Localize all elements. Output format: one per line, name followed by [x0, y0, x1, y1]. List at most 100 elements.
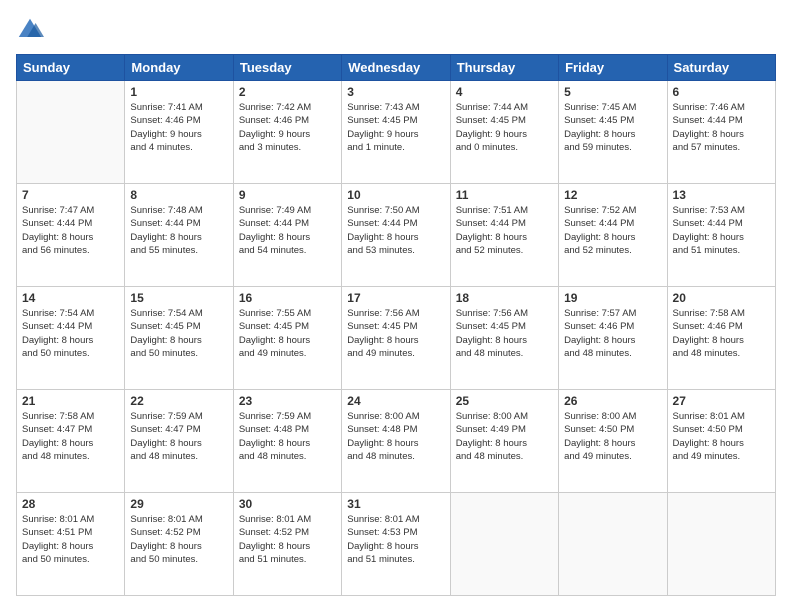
- day-info: Sunrise: 7:44 AM Sunset: 4:45 PM Dayligh…: [456, 101, 553, 154]
- calendar-cell: 2 Sunrise: 7:42 AM Sunset: 4:46 PM Daylig…: [233, 81, 341, 184]
- day-number: 12: [564, 188, 661, 202]
- day-info: Sunrise: 8:00 AM Sunset: 4:49 PM Dayligh…: [456, 410, 553, 463]
- calendar-cell: 25 Sunrise: 8:00 AM Sunset: 4:49 PM Dayli…: [450, 390, 558, 493]
- day-number: 1: [130, 85, 227, 99]
- calendar-cell: 24 Sunrise: 8:00 AM Sunset: 4:48 PM Dayli…: [342, 390, 450, 493]
- calendar-header-row: SundayMondayTuesdayWednesdayThursdayFrid…: [17, 55, 776, 81]
- day-number: 10: [347, 188, 444, 202]
- day-info: Sunrise: 7:43 AM Sunset: 4:45 PM Dayligh…: [347, 101, 444, 154]
- calendar-cell: 26Sunrise: 8:00 AM Sunset: 4:50 PM Dayli…: [559, 390, 667, 493]
- calendar-cell: 11 Sunrise: 7:51 AM Sunset: 4:44 PM Dayli…: [450, 184, 558, 287]
- calendar-cell: 17Sunrise: 7:56 AM Sunset: 4:45 PM Dayli…: [342, 287, 450, 390]
- day-number: 3: [347, 85, 444, 99]
- logo: [16, 16, 46, 44]
- day-number: 20: [673, 291, 770, 305]
- calendar-cell: 5Sunrise: 7:45 AM Sunset: 4:45 PM Daylig…: [559, 81, 667, 184]
- day-number: 8: [130, 188, 227, 202]
- day-number: 31: [347, 497, 444, 511]
- calendar-cell: 3 Sunrise: 7:43 AM Sunset: 4:45 PM Daylig…: [342, 81, 450, 184]
- calendar-cell: 15 Sunrise: 7:54 AM Sunset: 4:45 PM Dayli…: [125, 287, 233, 390]
- calendar-cell: 22 Sunrise: 7:59 AM Sunset: 4:47 PM Dayli…: [125, 390, 233, 493]
- day-info: Sunrise: 7:46 AM Sunset: 4:44 PM Dayligh…: [673, 101, 770, 154]
- day-info: Sunrise: 7:56 AM Sunset: 4:45 PM Dayligh…: [347, 307, 444, 360]
- calendar-cell: 1Sunrise: 7:41 AM Sunset: 4:46 PM Daylig…: [125, 81, 233, 184]
- calendar-cell: 10 Sunrise: 7:50 AM Sunset: 4:44 PM Dayli…: [342, 184, 450, 287]
- day-number: 13: [673, 188, 770, 202]
- day-number: 14: [22, 291, 119, 305]
- calendar-header-monday: Monday: [125, 55, 233, 81]
- day-info: Sunrise: 7:59 AM Sunset: 4:47 PM Dayligh…: [130, 410, 227, 463]
- day-info: Sunrise: 8:01 AM Sunset: 4:53 PM Dayligh…: [347, 513, 444, 566]
- calendar-cell: 21Sunrise: 7:58 AM Sunset: 4:47 PM Dayli…: [17, 390, 125, 493]
- day-number: 27: [673, 394, 770, 408]
- calendar-header-thursday: Thursday: [450, 55, 558, 81]
- day-info: Sunrise: 7:50 AM Sunset: 4:44 PM Dayligh…: [347, 204, 444, 257]
- day-number: 15: [130, 291, 227, 305]
- day-number: 9: [239, 188, 336, 202]
- day-info: Sunrise: 7:49 AM Sunset: 4:44 PM Dayligh…: [239, 204, 336, 257]
- logo-icon: [16, 16, 44, 44]
- day-info: Sunrise: 8:01 AM Sunset: 4:50 PM Dayligh…: [673, 410, 770, 463]
- calendar-cell: 20 Sunrise: 7:58 AM Sunset: 4:46 PM Dayli…: [667, 287, 775, 390]
- calendar-cell: 30 Sunrise: 8:01 AM Sunset: 4:52 PM Dayli…: [233, 493, 341, 596]
- day-number: 25: [456, 394, 553, 408]
- calendar-cell: [450, 493, 558, 596]
- day-info: Sunrise: 7:48 AM Sunset: 4:44 PM Dayligh…: [130, 204, 227, 257]
- calendar-cell: 28 Sunrise: 8:01 AM Sunset: 4:51 PM Dayli…: [17, 493, 125, 596]
- calendar-cell: 12 Sunrise: 7:52 AM Sunset: 4:44 PM Dayli…: [559, 184, 667, 287]
- day-info: Sunrise: 8:00 AM Sunset: 4:48 PM Dayligh…: [347, 410, 444, 463]
- calendar-cell: 14 Sunrise: 7:54 AM Sunset: 4:44 PM Dayli…: [17, 287, 125, 390]
- day-info: Sunrise: 7:56 AM Sunset: 4:45 PM Dayligh…: [456, 307, 553, 360]
- day-number: 29: [130, 497, 227, 511]
- calendar-week-1: 1Sunrise: 7:41 AM Sunset: 4:46 PM Daylig…: [17, 81, 776, 184]
- calendar-header-saturday: Saturday: [667, 55, 775, 81]
- day-number: 23: [239, 394, 336, 408]
- day-info: Sunrise: 7:47 AM Sunset: 4:44 PM Dayligh…: [22, 204, 119, 257]
- calendar-cell: [559, 493, 667, 596]
- day-number: 2: [239, 85, 336, 99]
- calendar-header-wednesday: Wednesday: [342, 55, 450, 81]
- calendar-cell: 23Sunrise: 7:59 AM Sunset: 4:48 PM Dayli…: [233, 390, 341, 493]
- calendar-cell: 8 Sunrise: 7:48 AM Sunset: 4:44 PM Daylig…: [125, 184, 233, 287]
- day-info: Sunrise: 7:58 AM Sunset: 4:46 PM Dayligh…: [673, 307, 770, 360]
- calendar-cell: [667, 493, 775, 596]
- calendar-header-sunday: Sunday: [17, 55, 125, 81]
- day-info: Sunrise: 7:52 AM Sunset: 4:44 PM Dayligh…: [564, 204, 661, 257]
- calendar-cell: 31 Sunrise: 8:01 AM Sunset: 4:53 PM Dayli…: [342, 493, 450, 596]
- day-number: 28: [22, 497, 119, 511]
- day-info: Sunrise: 7:42 AM Sunset: 4:46 PM Dayligh…: [239, 101, 336, 154]
- day-info: Sunrise: 7:54 AM Sunset: 4:45 PM Dayligh…: [130, 307, 227, 360]
- calendar-cell: 16Sunrise: 7:55 AM Sunset: 4:45 PM Dayli…: [233, 287, 341, 390]
- day-info: Sunrise: 7:51 AM Sunset: 4:44 PM Dayligh…: [456, 204, 553, 257]
- day-number: 30: [239, 497, 336, 511]
- calendar-cell: 4Sunrise: 7:44 AM Sunset: 4:45 PM Daylig…: [450, 81, 558, 184]
- day-number: 18: [456, 291, 553, 305]
- day-info: Sunrise: 7:57 AM Sunset: 4:46 PM Dayligh…: [564, 307, 661, 360]
- day-info: Sunrise: 7:54 AM Sunset: 4:44 PM Dayligh…: [22, 307, 119, 360]
- calendar-cell: 13Sunrise: 7:53 AM Sunset: 4:44 PM Dayli…: [667, 184, 775, 287]
- day-number: 11: [456, 188, 553, 202]
- calendar-table: SundayMondayTuesdayWednesdayThursdayFrid…: [16, 54, 776, 596]
- calendar-week-4: 21Sunrise: 7:58 AM Sunset: 4:47 PM Dayli…: [17, 390, 776, 493]
- calendar-cell: 27 Sunrise: 8:01 AM Sunset: 4:50 PM Dayli…: [667, 390, 775, 493]
- calendar-cell: [17, 81, 125, 184]
- day-info: Sunrise: 8:01 AM Sunset: 4:52 PM Dayligh…: [239, 513, 336, 566]
- calendar-cell: 18 Sunrise: 7:56 AM Sunset: 4:45 PM Dayli…: [450, 287, 558, 390]
- day-info: Sunrise: 8:01 AM Sunset: 4:51 PM Dayligh…: [22, 513, 119, 566]
- day-number: 22: [130, 394, 227, 408]
- calendar-cell: 29 Sunrise: 8:01 AM Sunset: 4:52 PM Dayli…: [125, 493, 233, 596]
- calendar-cell: 6 Sunrise: 7:46 AM Sunset: 4:44 PM Daylig…: [667, 81, 775, 184]
- day-number: 7: [22, 188, 119, 202]
- day-info: Sunrise: 8:01 AM Sunset: 4:52 PM Dayligh…: [130, 513, 227, 566]
- calendar-header-friday: Friday: [559, 55, 667, 81]
- day-info: Sunrise: 7:58 AM Sunset: 4:47 PM Dayligh…: [22, 410, 119, 463]
- day-number: 6: [673, 85, 770, 99]
- page: SundayMondayTuesdayWednesdayThursdayFrid…: [0, 0, 792, 612]
- day-number: 24: [347, 394, 444, 408]
- calendar-cell: 19Sunrise: 7:57 AM Sunset: 4:46 PM Dayli…: [559, 287, 667, 390]
- day-number: 16: [239, 291, 336, 305]
- calendar-cell: 7 Sunrise: 7:47 AM Sunset: 4:44 PM Daylig…: [17, 184, 125, 287]
- header: [16, 16, 776, 44]
- day-number: 5: [564, 85, 661, 99]
- calendar-cell: 9 Sunrise: 7:49 AM Sunset: 4:44 PM Daylig…: [233, 184, 341, 287]
